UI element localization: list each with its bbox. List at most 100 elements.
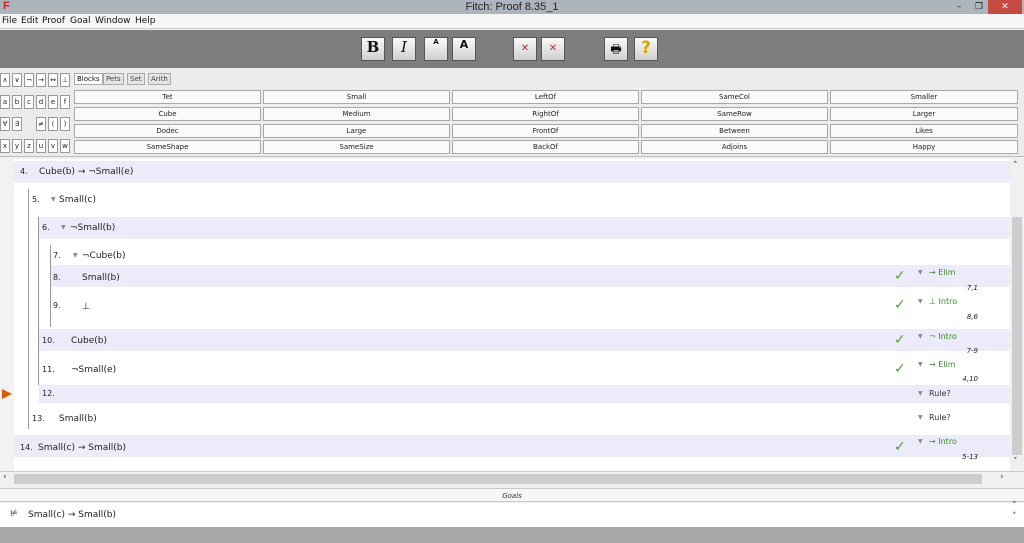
symbol-v[interactable]: v (48, 139, 58, 153)
symbol-a[interactable]: a (0, 95, 10, 109)
goal-sentence[interactable]: Small(c) → Small(b) (28, 510, 116, 520)
predicate-adjoins[interactable]: Adjoins (641, 140, 828, 154)
scroll-left-icon[interactable]: ‹ (3, 472, 7, 482)
expand-triangle-icon[interactable]: ▼ (51, 196, 56, 203)
predicate-between[interactable]: Between (641, 124, 828, 138)
symbol-f[interactable]: f (60, 95, 70, 109)
symbol-w[interactable]: w (60, 139, 70, 153)
rule-label[interactable]: → Elim (929, 268, 956, 277)
step-row-14[interactable] (14, 435, 1010, 457)
menu-help[interactable]: Help (135, 14, 156, 29)
menu-proof[interactable]: Proof (42, 14, 65, 29)
symbol-u[interactable]: u (36, 139, 46, 153)
predicate-sameshape[interactable]: SameShape (74, 140, 261, 154)
rule-label[interactable]: Rule? (929, 389, 951, 398)
horizontal-scrollbar[interactable]: ‹ › (0, 471, 1024, 485)
step-sentence[interactable]: Small(c) → Small(b) (38, 443, 126, 453)
symbol-implies[interactable]: → (36, 73, 46, 87)
predicate-tet[interactable]: Tet (74, 90, 261, 104)
predicate-medium[interactable]: Medium (263, 107, 450, 121)
step-row-4[interactable] (14, 161, 1010, 183)
rule-menu-triangle-icon[interactable]: ▼ (918, 269, 923, 276)
step-sentence[interactable]: ⊥ (82, 302, 90, 312)
tab-arith[interactable]: Arith (148, 73, 171, 85)
rule-label[interactable]: → Intro (929, 437, 957, 446)
symbol-b[interactable]: b (12, 95, 22, 109)
goals-scroll-up-icon[interactable]: ˄ (1012, 501, 1017, 511)
step-sentence[interactable]: ¬Small(e) (71, 365, 116, 375)
predicate-leftof[interactable]: LeftOf (452, 90, 639, 104)
step-sentence[interactable]: Small(c) (59, 195, 96, 205)
rule-label[interactable]: → Elim (929, 360, 956, 369)
scroll-right-icon[interactable]: › (1000, 472, 1004, 482)
symbol-or[interactable]: ∨ (12, 73, 22, 87)
predicate-dodec[interactable]: Dodec (74, 124, 261, 138)
tab-pets[interactable]: Pets (103, 73, 124, 85)
step-row-12[interactable] (39, 385, 1010, 403)
symbol-y[interactable]: y (12, 139, 22, 153)
rule-menu-triangle-icon[interactable]: ▼ (918, 298, 923, 305)
menu-goal[interactable]: Goal (70, 14, 91, 29)
predicate-samecol[interactable]: SameCol (641, 90, 828, 104)
rule-label[interactable]: Rule? (929, 413, 951, 422)
predicate-samerow[interactable]: SameRow (641, 107, 828, 121)
symbol-e[interactable]: e (48, 95, 58, 109)
horizontal-scroll-thumb[interactable] (14, 474, 982, 484)
step-sentence[interactable]: Cube(b) → ¬Small(e) (39, 167, 133, 177)
help-button[interactable]: ? (634, 37, 658, 61)
italic-button[interactable]: I (392, 37, 416, 61)
minimize-button[interactable]: – (948, 0, 970, 14)
symbol-lparen[interactable]: ( (48, 117, 58, 131)
vertical-scrollbar[interactable]: ˄ ˅ (1010, 159, 1024, 471)
rule-menu-triangle-icon[interactable]: ▼ (918, 414, 923, 421)
step-sentence[interactable]: ¬Cube(b) (82, 251, 126, 261)
step-sentence[interactable]: Cube(b) (71, 336, 107, 346)
tab-set[interactable]: Set (127, 73, 145, 85)
symbol-bottom[interactable]: ⊥ (60, 73, 70, 87)
step-sentence[interactable]: ¬Small(b) (70, 223, 115, 233)
verify-proof-icon[interactable]: ✕ (541, 37, 565, 61)
scroll-down-icon[interactable]: ˅ (1013, 457, 1018, 467)
symbol-d[interactable]: d (36, 95, 46, 109)
symbol-neq[interactable]: ≠ (36, 117, 46, 131)
menu-edit[interactable]: Edit (21, 14, 38, 29)
tab-blocks[interactable]: Blocks (74, 73, 103, 85)
symbol-z[interactable]: z (24, 139, 34, 153)
print-button[interactable]: 🖶 (604, 37, 628, 61)
predicate-rightof[interactable]: RightOf (452, 107, 639, 121)
step-row-10[interactable] (39, 329, 1010, 351)
step-sentence[interactable]: Small(b) (59, 414, 97, 424)
menu-file[interactable]: File (2, 14, 17, 29)
vertical-scroll-thumb[interactable] (1012, 217, 1022, 455)
predicate-backof[interactable]: BackOf (452, 140, 639, 154)
menu-window[interactable]: Window (95, 14, 131, 29)
rule-menu-triangle-icon[interactable]: ▼ (918, 438, 923, 445)
rule-menu-triangle-icon[interactable]: ▼ (918, 333, 923, 340)
step-row-6[interactable] (39, 217, 1010, 239)
symbol-iff[interactable]: ↔ (48, 73, 58, 87)
predicate-large[interactable]: Large (263, 124, 450, 138)
predicate-small[interactable]: Small (263, 90, 450, 104)
predicate-cube[interactable]: Cube (74, 107, 261, 121)
bold-button[interactable]: B (361, 37, 385, 61)
predicate-likes[interactable]: Likes (830, 124, 1018, 138)
symbol-c[interactable]: c (24, 95, 34, 109)
expand-triangle-icon[interactable]: ▼ (61, 224, 66, 231)
step-row-8[interactable] (51, 265, 1010, 287)
step-sentence[interactable]: Small(b) (82, 273, 120, 283)
symbol-not[interactable]: ¬ (24, 73, 34, 87)
rule-label[interactable]: ⊥ Intro (929, 297, 957, 306)
proof-area[interactable]: 4. Cube(b) → ¬Small(e) 5. ▼ Small(c) 6. … (0, 159, 1024, 471)
predicate-smaller[interactable]: Smaller (830, 90, 1018, 104)
larger-font-button[interactable]: A (452, 37, 476, 61)
rule-menu-triangle-icon[interactable]: ▼ (918, 390, 923, 397)
goals-scroll-down-icon[interactable]: ˅ (1012, 512, 1017, 522)
rule-label[interactable]: ¬ Intro (929, 332, 957, 341)
symbol-and[interactable]: ∧ (0, 73, 10, 87)
verify-step-icon[interactable]: ✕ (513, 37, 537, 61)
smaller-font-button[interactable]: A (424, 37, 448, 61)
symbol-exists[interactable]: ∃ (12, 117, 22, 131)
maximize-button[interactable]: ❐ (970, 0, 988, 14)
close-button[interactable]: ✕ (988, 0, 1022, 14)
expand-triangle-icon[interactable]: ▼ (73, 252, 78, 259)
